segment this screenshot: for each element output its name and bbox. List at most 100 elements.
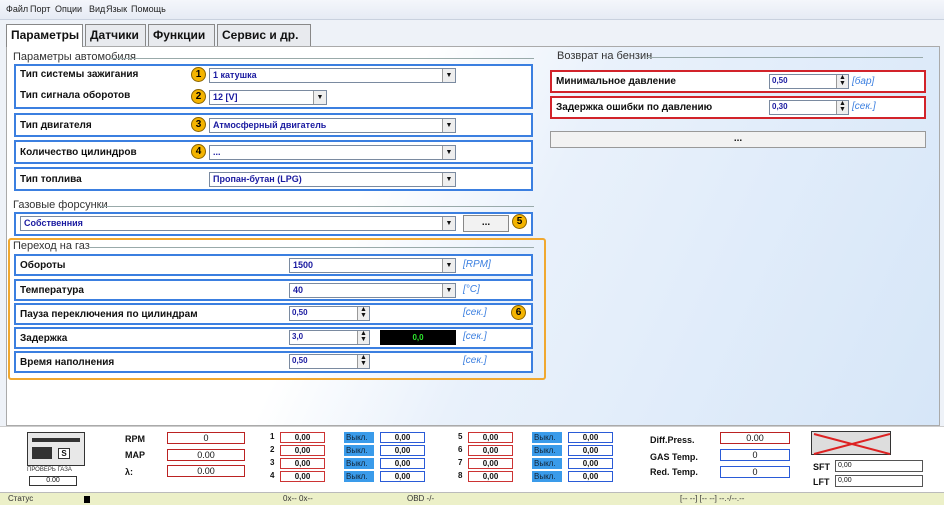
engine-value: Атмосферный двигатель <box>213 120 327 130</box>
rpm-signal-select[interactable]: 12 [V] ▼ <box>209 90 327 105</box>
chevron-down-icon[interactable]: ▼ <box>442 173 455 186</box>
injector-number: 6 <box>458 445 463 454</box>
injectors-select[interactable]: Собственния ▼ <box>20 216 456 231</box>
ignition-select[interactable]: 1 катушка ▼ <box>209 68 456 83</box>
switch-title: Переход на газ <box>13 240 90 252</box>
map-label: MAP <box>125 450 145 460</box>
ecu-s-indicator: S <box>58 448 70 459</box>
fill-row: Время наполнения <box>14 351 533 373</box>
status-indicator <box>84 496 90 503</box>
delay-unit: [сек.] <box>463 331 487 342</box>
pause-value: 0,50 <box>292 308 308 317</box>
ignition-value: 1 катушка <box>213 70 257 80</box>
tab-parameters[interactable]: Параметры <box>6 24 83 47</box>
injector-time: 0,00 <box>280 432 325 443</box>
injector-petrol-time: 0,00 <box>568 432 613 443</box>
delay-stepper[interactable]: 3,0 ▲ ▼ <box>289 330 370 345</box>
injector-number: 8 <box>458 471 463 480</box>
min-pressure-value: 0,50 <box>772 76 788 85</box>
chevron-down-icon[interactable]: ▼ <box>313 91 326 104</box>
menu-file[interactable]: Файл <box>6 4 28 14</box>
cylinders-select[interactable]: ... ▼ <box>209 145 456 160</box>
tab-service[interactable]: Сервис и др. <box>217 24 311 46</box>
lambda-label: λ: <box>125 467 134 477</box>
chevron-down-icon[interactable]: ▼ <box>442 217 455 230</box>
injector-state-badge: Выкл. <box>344 458 374 469</box>
ecu-value: 0.00 <box>29 476 77 486</box>
injector-number: 5 <box>458 432 463 441</box>
map-readout: 0.00 <box>167 449 245 461</box>
injector-state-badge: Выкл. <box>344 445 374 456</box>
fill-label: Время наполнения <box>20 357 115 368</box>
return-more-button[interactable]: ... <box>550 131 926 148</box>
chevron-down-icon[interactable]: ▼ <box>442 284 455 297</box>
return-title: Возврат на бензин <box>557 50 653 62</box>
engine-select[interactable]: Атмосферный двигатель ▼ <box>209 118 456 133</box>
spin-arrows-icon[interactable]: ▲ ▼ <box>836 74 848 88</box>
switch-temp-label: Температура <box>20 285 84 296</box>
chevron-down-icon[interactable]: ▼ <box>442 146 455 159</box>
callout-badge-3: 3 <box>191 117 206 132</box>
delay-value: 3,0 <box>292 332 304 341</box>
disconnected-ecu-icon <box>811 431 891 455</box>
injector-time: 0,00 <box>280 458 325 469</box>
status-bar: Статус 0x-- 0x-- OBD -/- [-- --] [-- --]… <box>0 492 944 505</box>
sft-label: SFT <box>813 462 830 472</box>
menu-help[interactable]: Помощь <box>131 4 166 14</box>
menu-view[interactable]: Вид <box>89 4 105 14</box>
injector-state-badge: Выкл. <box>344 432 374 443</box>
rpm-signal-label: Тип сигнала оборотов <box>20 90 131 101</box>
error-delay-stepper[interactable]: 0,30 ▲ ▼ <box>769 100 849 115</box>
injector-state-badge: Выкл. <box>532 471 562 482</box>
menu-port[interactable]: Порт <box>30 4 50 14</box>
delay-countdown-display: 0,0 <box>380 330 456 345</box>
spin-arrows-icon[interactable]: ▲ ▼ <box>836 100 848 114</box>
fuel-select[interactable]: Пропан-бутан (LPG) ▼ <box>209 172 456 187</box>
injectors-settings-button[interactable]: ... <box>463 215 509 232</box>
injector-petrol-time: 0,00 <box>380 458 425 469</box>
injector-petrol-time: 0,00 <box>568 445 613 456</box>
chevron-down-icon[interactable]: ▼ <box>442 119 455 132</box>
injector-time: 0,00 <box>280 471 325 482</box>
ignition-label: Тип системы зажигания <box>20 69 139 80</box>
fuel-value: Пропан-бутан (LPG) <box>213 174 302 184</box>
delay-label: Задержка <box>20 333 68 344</box>
cross-icon <box>813 433 891 455</box>
injector-time: 0,00 <box>280 445 325 456</box>
min-pressure-label: Минимальное давление <box>556 76 676 87</box>
menu-language[interactable]: Язык <box>106 4 127 14</box>
injector-time: 0,00 <box>468 432 513 443</box>
group-divider <box>88 247 534 248</box>
error-delay-unit: [сек.] <box>852 101 876 112</box>
car-params-title: Параметры автомобиля <box>13 51 136 63</box>
tab-sensors[interactable]: Датчики <box>85 24 146 46</box>
cylinders-value: ... <box>213 147 221 157</box>
min-pressure-unit: [бар] <box>852 76 875 87</box>
chevron-down-icon[interactable]: ▼ <box>442 259 455 272</box>
injector-number: 7 <box>458 458 463 467</box>
injector-state-badge: Выкл. <box>532 458 562 469</box>
pause-row: Пауза переключения по цилиндрам <box>14 303 533 325</box>
pause-unit: [сек.] <box>463 307 487 318</box>
spin-arrows-icon[interactable]: ▲ ▼ <box>357 306 369 320</box>
ecu-block <box>32 447 52 459</box>
spin-arrows-icon[interactable]: ▲ ▼ <box>357 330 369 344</box>
injector-petrol-time: 0,00 <box>568 471 613 482</box>
pause-label: Пауза переключения по цилиндрам <box>20 309 198 320</box>
switch-temp-select[interactable]: 40 ▼ <box>289 283 456 298</box>
diff-press-label: Diff.Press. <box>650 435 695 445</box>
pause-stepper[interactable]: 0,50 ▲ ▼ <box>289 306 370 321</box>
tab-functions[interactable]: Функции <box>148 24 215 46</box>
red-temp-readout: 0 <box>720 466 790 478</box>
gas-temp-readout: 0 <box>720 449 790 461</box>
chevron-down-icon[interactable]: ▼ <box>442 69 455 82</box>
switch-rpm-select[interactable]: 1500 ▼ <box>289 258 456 273</box>
injector-petrol-time: 0,00 <box>568 458 613 469</box>
diff-press-readout: 0.00 <box>720 432 790 444</box>
callout-badge-6: 6 <box>511 305 526 320</box>
min-pressure-stepper[interactable]: 0,50 ▲ ▼ <box>769 74 849 89</box>
menu-options[interactable]: Опции <box>55 4 82 14</box>
rpm-readout: 0 <box>167 432 245 444</box>
fill-stepper[interactable]: 0,50 ▲ ▼ <box>289 354 370 369</box>
spin-arrows-icon[interactable]: ▲ ▼ <box>357 354 369 368</box>
